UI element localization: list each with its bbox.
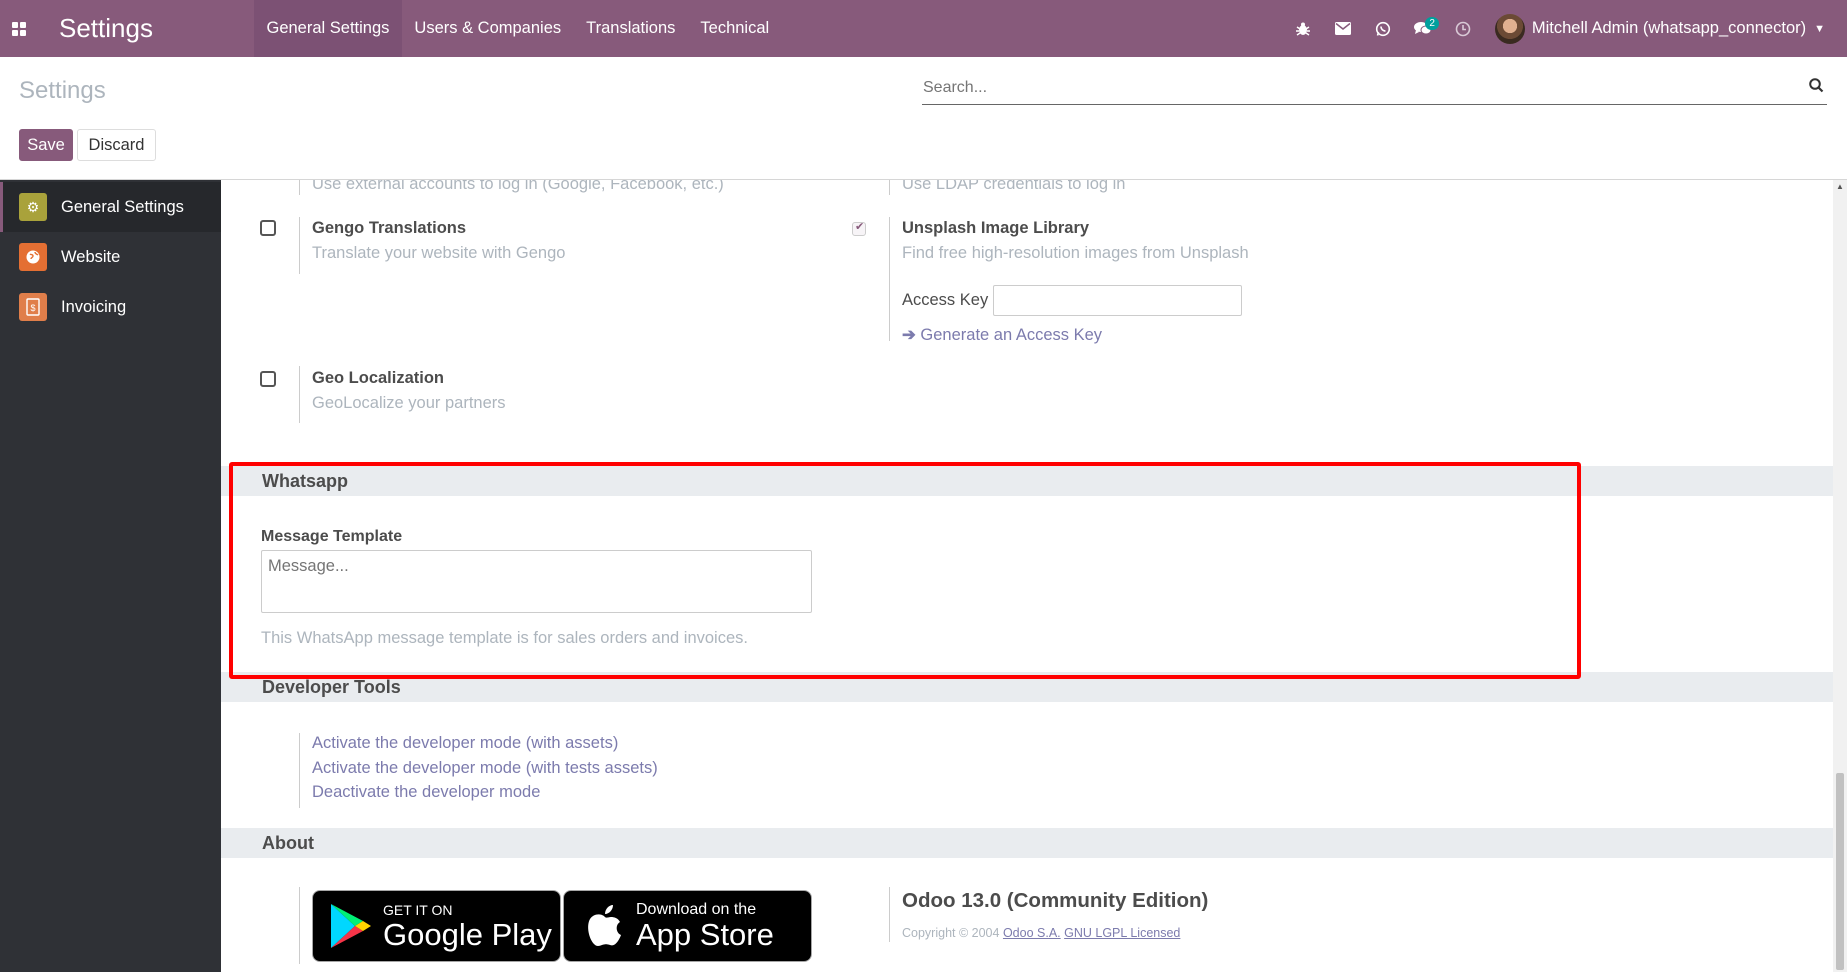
divider xyxy=(889,180,890,195)
divider xyxy=(299,733,300,808)
odoo-sa-link[interactable]: Odoo S.A. xyxy=(1003,926,1061,940)
systray: 2 Mitchell Admin (whatsapp_connector) ▼ xyxy=(1283,0,1847,57)
clock-icon[interactable] xyxy=(1443,0,1483,57)
unsplash-checkbox[interactable] xyxy=(852,220,866,236)
search-bar xyxy=(922,72,1827,105)
gengo-description: Translate your website with Gengo xyxy=(312,244,566,262)
apple-icon xyxy=(588,905,621,946)
invoice-icon: $ xyxy=(19,293,47,321)
search-input[interactable] xyxy=(922,73,1805,103)
gengo-title: Gengo Translations xyxy=(312,219,467,237)
chat-count-badge: 2 xyxy=(1425,17,1439,30)
page-title: Settings xyxy=(19,77,106,104)
oauth-description: Use external accounts to log in (Google,… xyxy=(312,180,724,193)
avatar xyxy=(1494,13,1525,44)
google-play-badge[interactable]: GET IT ON Google Play xyxy=(312,890,561,962)
sidebar-item-label: General Settings xyxy=(61,197,184,216)
sidebar-item-label: Website xyxy=(61,247,121,266)
app-store-badge[interactable]: Download on the App Store xyxy=(563,890,812,962)
google-play-icon xyxy=(331,904,371,948)
chat-icon[interactable]: 2 xyxy=(1403,0,1443,57)
divider xyxy=(299,217,300,274)
google-play-small-text: GET IT ON xyxy=(383,901,453,918)
whatsapp-icon[interactable] xyxy=(1363,0,1403,57)
activate-dev-mode-tests-link[interactable]: Activate the developer mode (with tests … xyxy=(312,759,658,778)
license-link[interactable]: GNU LGPL Licensed xyxy=(1064,926,1180,940)
scroll-thumb[interactable] xyxy=(1836,773,1844,970)
deactivate-dev-mode-link[interactable]: Deactivate the developer mode xyxy=(312,783,540,802)
ldap-description: Use LDAP credentials to log in xyxy=(902,180,1126,193)
app-store-small-text: Download on the xyxy=(636,900,757,918)
app-store-big-text: App Store xyxy=(636,916,774,952)
sidebar-item-invoicing[interactable]: $ Invoicing xyxy=(0,282,221,332)
copyright: Copyright © 2004 Odoo S.A. GNU LGPL Lice… xyxy=(902,926,1180,940)
unsplash-description: Find free high-resolution images from Un… xyxy=(902,244,1249,262)
highlight-box xyxy=(229,462,1581,679)
user-menu[interactable]: Mitchell Admin (whatsapp_connector) ▼ xyxy=(1483,0,1847,57)
menu-general-settings[interactable]: General Settings xyxy=(254,0,402,57)
top-navbar: Settings General Settings Users & Compan… xyxy=(0,0,1847,57)
divider xyxy=(299,366,300,423)
geo-description: GeoLocalize your partners xyxy=(312,394,506,412)
gear-icon: ⚙ xyxy=(19,193,47,221)
discard-button[interactable]: Discard xyxy=(77,129,156,161)
divider xyxy=(299,180,300,195)
copyright-text: Copyright © 2004 xyxy=(902,926,1000,940)
apps-menu-icon[interactable] xyxy=(0,0,38,57)
activate-dev-mode-link[interactable]: Activate the developer mode (with assets… xyxy=(312,734,618,753)
odoo-version: Odoo 13.0 (Community Edition) xyxy=(902,889,1209,912)
scroll-up-icon[interactable]: ▲ xyxy=(1836,182,1844,191)
arrow-right-icon: ➔ xyxy=(902,326,916,344)
geo-checkbox[interactable] xyxy=(260,371,276,387)
menu-users-companies[interactable]: Users & Companies xyxy=(402,0,574,57)
gengo-checkbox[interactable] xyxy=(260,220,276,236)
geo-title: Geo Localization xyxy=(312,369,445,387)
caret-down-icon: ▼ xyxy=(1814,22,1825,35)
menu-translations[interactable]: Translations xyxy=(574,0,688,57)
envelope-icon[interactable] xyxy=(1323,0,1363,57)
divider xyxy=(889,217,890,341)
sidebar-item-website[interactable]: Website xyxy=(0,232,221,282)
menu-technical[interactable]: Technical xyxy=(688,0,782,57)
scrollbar[interactable]: ▲ xyxy=(1833,180,1847,972)
generate-key-label: Generate an Access Key xyxy=(920,326,1103,344)
sidebar-item-label: Invoicing xyxy=(61,297,127,316)
access-key-input[interactable] xyxy=(993,285,1242,316)
main-menu: General Settings Users & Companies Trans… xyxy=(254,0,782,57)
unsplash-title: Unsplash Image Library xyxy=(902,219,1090,237)
search-icon[interactable] xyxy=(1805,78,1827,98)
divider xyxy=(299,887,300,964)
save-button[interactable]: Save xyxy=(19,129,73,161)
divider xyxy=(889,887,890,942)
about-section-header: About xyxy=(221,828,1833,858)
generate-key-link[interactable]: ➔ Generate an Access Key xyxy=(902,325,1102,345)
google-play-big-text: Google Play xyxy=(383,916,552,952)
settings-content: Use external accounts to log in (Google,… xyxy=(221,180,1833,972)
control-panel: Settings Save Discard xyxy=(0,57,1847,180)
sidebar-item-general-settings[interactable]: ⚙ General Settings xyxy=(0,182,221,232)
svg-text:$: $ xyxy=(30,303,35,313)
bug-icon[interactable] xyxy=(1283,0,1323,57)
settings-sidebar: ⚙ General Settings Website $ Invoicing xyxy=(0,180,221,972)
access-key-label: Access Key xyxy=(902,291,989,309)
user-name: Mitchell Admin (whatsapp_connector) xyxy=(1531,19,1807,37)
app-brand[interactable]: Settings xyxy=(38,0,254,57)
globe-icon xyxy=(19,243,47,271)
